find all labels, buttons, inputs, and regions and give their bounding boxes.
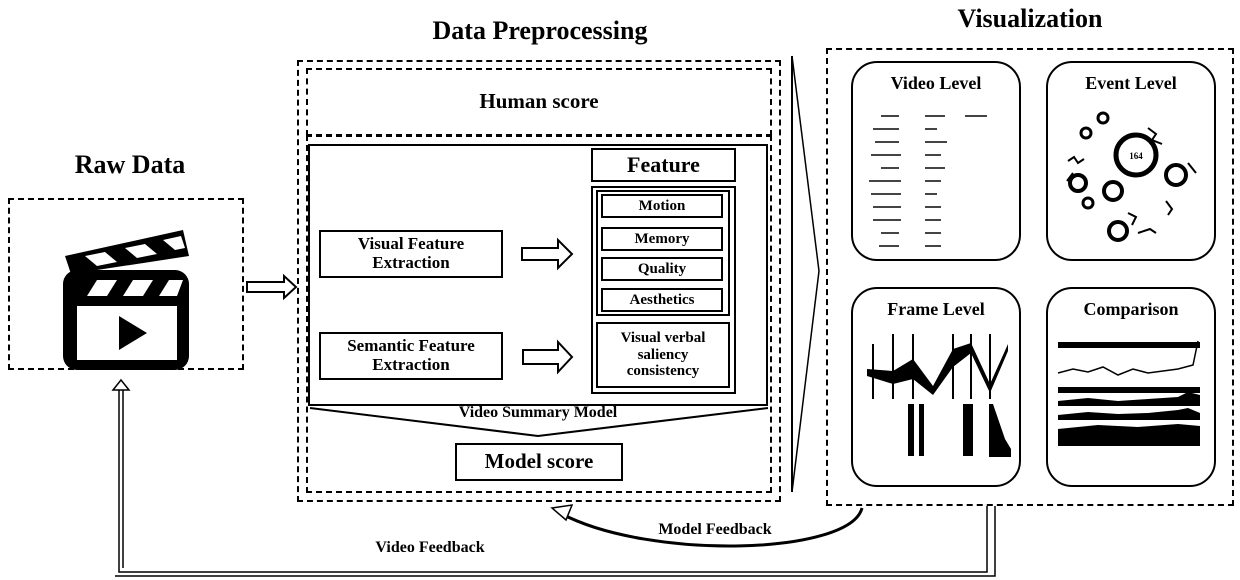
visualization-title: Visualization (957, 4, 1103, 33)
feature-visual-verbal-saliency: Visual verbal saliency consistency (596, 322, 730, 388)
raw-data-box (8, 198, 244, 370)
comparison-line-thumbnail (1057, 340, 1200, 446)
video-summary-model-label: Video Summary Model (458, 404, 618, 422)
event-center-value: 164 (1129, 151, 1143, 161)
model-feedback-label: Model Feedback (658, 521, 772, 539)
video-clapperboard-icon (63, 230, 189, 370)
feature-memory: Memory (601, 227, 723, 251)
frame-level-parallel-coords-thumbnail (867, 334, 1011, 457)
data-preprocessing-title: Data Preprocessing (432, 16, 648, 45)
visual-feature-extraction-box: Visual Feature Extraction (319, 230, 503, 278)
arrow-raw-to-preprocessing (246, 273, 298, 301)
video-level-table-thumbnail (869, 115, 987, 247)
comparison-card[interactable]: Comparison (1046, 287, 1216, 487)
human-score-label: Human score (479, 89, 599, 114)
feature-motion: Motion (601, 194, 723, 218)
video-level-card[interactable]: Video Level (851, 61, 1021, 261)
raw-data-title: Raw Data (74, 150, 186, 179)
event-level-bubble-thumbnail: 164 (1066, 111, 1197, 242)
human-score-box: Human score (306, 68, 772, 136)
event-level-card[interactable]: Event Level 164 (1046, 61, 1216, 261)
video-feedback-label: Video Feedback (375, 539, 485, 557)
semantic-feature-extraction-box: Semantic Feature Extraction (319, 332, 503, 380)
chevron-to-visualization (791, 55, 820, 493)
feature-quality: Quality (601, 257, 723, 281)
feature-aesthetics: Aesthetics (601, 288, 723, 312)
feature-header-box: Feature (591, 148, 736, 182)
model-score-box: Model score (455, 443, 623, 481)
frame-level-card[interactable]: Frame Level (851, 287, 1021, 487)
